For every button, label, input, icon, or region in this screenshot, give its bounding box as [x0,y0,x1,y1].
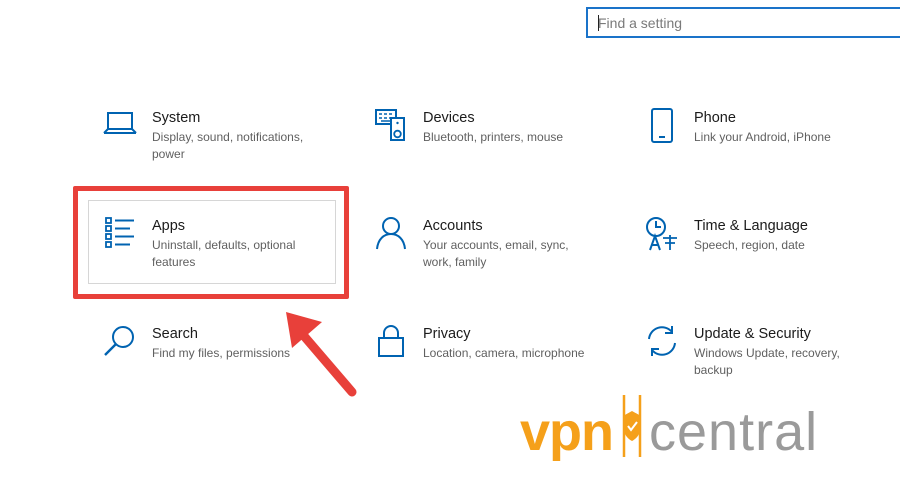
tile-system[interactable]: System Display, sound, notifications, po… [101,108,303,163]
tile-desc-line: Your accounts, email, sync, [423,238,569,252]
tile-title: Devices [423,110,475,126]
time-language-icon [643,216,681,256]
tile-title: Update & Security [694,326,811,342]
tile-title: Search [152,326,198,342]
find-setting-input[interactable] [588,9,900,36]
tile-desc-line: Display, sound, notifications, [152,130,304,144]
tile-title: Time & Language [694,218,808,234]
magnifier-icon [101,324,139,364]
phone-icon [643,108,681,148]
tile-privacy[interactable]: Privacy Location, camera, microphone [372,324,584,364]
tile-desc-line: Link your Android, iPhone [694,130,831,144]
highlight-box [73,186,349,299]
find-setting-search-box[interactable] [586,7,900,38]
tile-title: Privacy [423,326,471,342]
tile-update-security[interactable]: Update & Security Windows Update, recove… [643,324,840,379]
tile-desc-line: Find my files, permissions [152,346,291,360]
tile-title: System [152,110,201,126]
person-icon [372,216,410,256]
tile-desc-line: backup [694,363,733,377]
tile-desc-line: work, family [423,255,487,269]
tile-desc-line: Speech, region, date [694,238,805,252]
tile-title: Accounts [423,218,483,234]
logo-text-central: central [649,402,819,462]
tile-devices[interactable]: Devices Bluetooth, printers, mouse [372,108,563,148]
logo-text-vpn: vpn [520,402,614,462]
tile-phone[interactable]: Phone Link your Android, iPhone [643,108,831,148]
tile-desc-line: Location, camera, microphone [423,346,585,360]
text-caret [598,15,599,31]
sync-arrows-icon [643,324,681,364]
devices-icon [372,108,410,148]
tile-desc-line: Bluetooth, printers, mouse [423,130,564,144]
red-arrow-icon [278,306,362,403]
tile-desc-line: Windows Update, recovery, [694,346,840,360]
tile-desc-line: power [152,147,185,161]
tile-accounts[interactable]: Accounts Your accounts, email, sync, wor… [372,216,569,271]
tile-time-language[interactable]: Time & Language Speech, region, date [643,216,808,256]
tile-title: Phone [694,110,736,126]
vpncentral-logo: vpn central [520,393,818,471]
laptop-icon [101,108,139,148]
logo-shield-icon [619,393,645,471]
lock-icon [372,324,410,364]
tile-search[interactable]: Search Find my files, permissions [101,324,290,364]
